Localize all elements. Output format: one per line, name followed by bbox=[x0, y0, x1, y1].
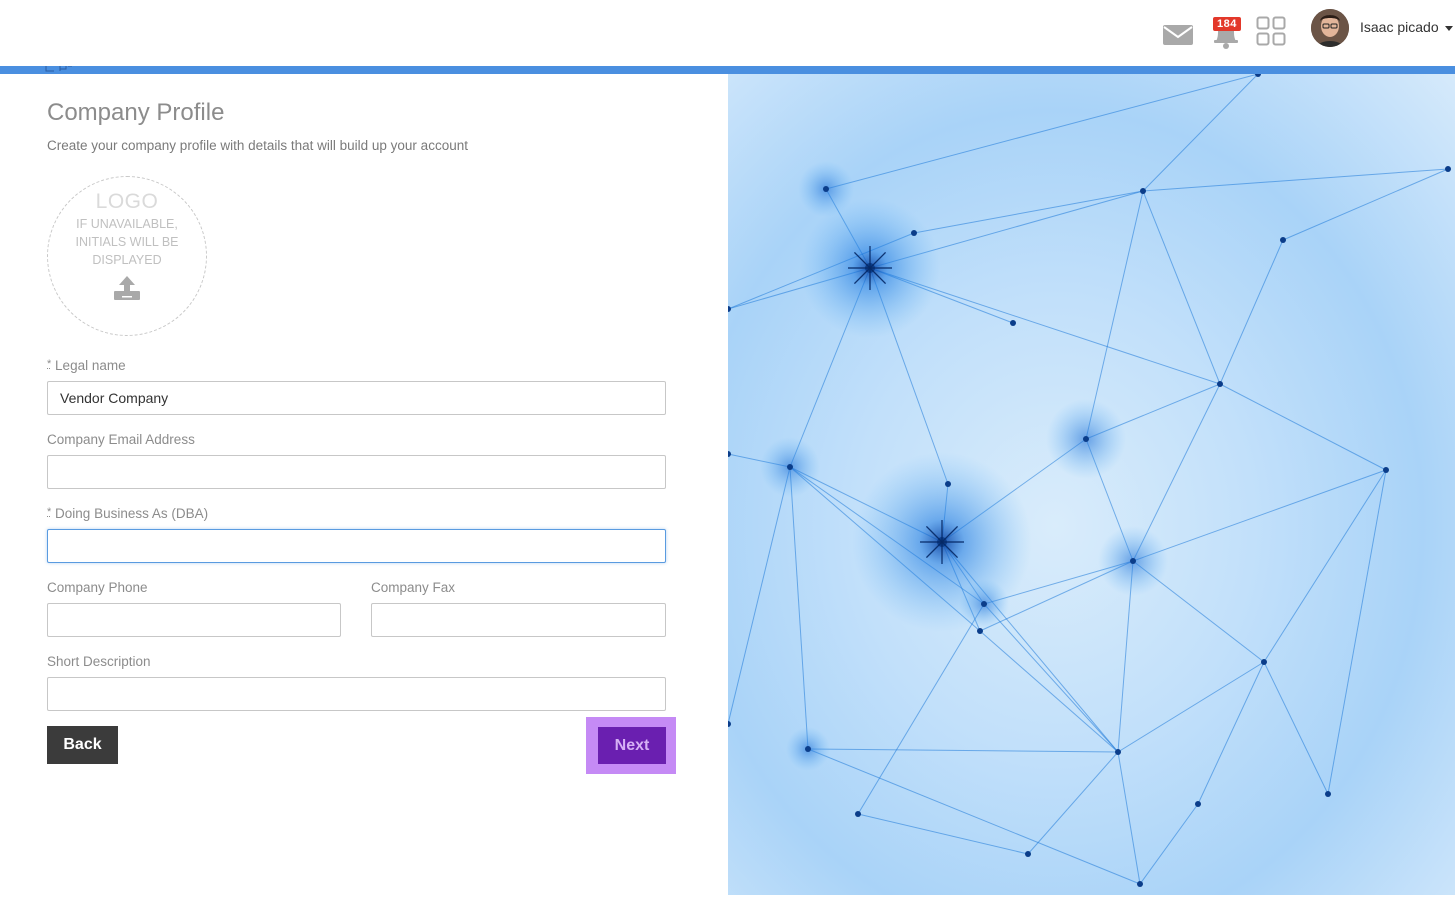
next-button[interactable]: Next bbox=[598, 727, 666, 764]
dba-input[interactable] bbox=[47, 529, 666, 563]
network-node bbox=[728, 451, 731, 457]
description-input[interactable] bbox=[47, 677, 666, 711]
network-edge bbox=[857, 603, 985, 815]
network-node bbox=[1083, 436, 1089, 442]
logo-hint: IF UNAVAILABLE, INITIALS WILL BE DISPLAY… bbox=[75, 217, 179, 267]
network-node bbox=[1325, 791, 1331, 797]
network-node bbox=[1025, 851, 1031, 857]
dba-label: * Doing Business As (DBA) bbox=[47, 506, 208, 521]
network-edge bbox=[1197, 661, 1265, 805]
network-node bbox=[1130, 558, 1136, 564]
network-node bbox=[1261, 659, 1267, 665]
legal-name-label-text: Legal name bbox=[55, 358, 126, 373]
top-navigation-bar: 184 Isaac picado bbox=[0, 0, 1455, 66]
logo-upload-area[interactable]: LOGO IF UNAVAILABLE, INITIALS WILL BE DI… bbox=[47, 176, 207, 336]
email-input[interactable] bbox=[47, 455, 666, 489]
user-name[interactable]: Isaac picado bbox=[1360, 19, 1439, 35]
network-edge bbox=[979, 630, 1119, 753]
network-node bbox=[728, 306, 731, 312]
upload-icon bbox=[114, 276, 140, 300]
header-ghost-text bbox=[44, 66, 74, 74]
notifications-button[interactable]: 184 bbox=[1210, 14, 1244, 50]
network-node bbox=[977, 628, 983, 634]
network-hero-image bbox=[728, 74, 1455, 895]
network-edge bbox=[1117, 751, 1141, 885]
phone-label: Company Phone bbox=[47, 580, 148, 595]
network-node bbox=[1137, 881, 1143, 887]
logo-title: LOGO bbox=[95, 190, 159, 213]
network-node bbox=[1383, 467, 1389, 473]
network-node bbox=[911, 230, 917, 236]
required-mark: * bbox=[47, 358, 52, 370]
dba-label-text: Doing Business As (DBA) bbox=[55, 506, 209, 521]
network-edge bbox=[1327, 469, 1387, 795]
network-node bbox=[1195, 801, 1201, 807]
network-node bbox=[728, 721, 731, 727]
network-edge bbox=[857, 813, 1029, 855]
back-button[interactable]: Back bbox=[47, 726, 118, 764]
network-edge bbox=[1219, 383, 1387, 471]
network-node bbox=[1445, 166, 1451, 172]
legal-name-label: * Legal name bbox=[47, 358, 126, 373]
network-node bbox=[1280, 237, 1286, 243]
fax-label: Company Fax bbox=[371, 580, 456, 595]
network-edge bbox=[825, 74, 1259, 190]
user-avatar[interactable] bbox=[1311, 9, 1349, 47]
network-edge bbox=[913, 190, 1144, 234]
network-edge bbox=[1142, 74, 1259, 192]
mail-icon[interactable] bbox=[1162, 23, 1194, 47]
network-edge bbox=[1263, 469, 1387, 663]
notification-count-badge: 184 bbox=[1213, 17, 1241, 31]
page-subtitle: Create your company profile with details… bbox=[47, 138, 468, 153]
page-title: Company Profile bbox=[47, 99, 225, 126]
network-edge bbox=[1263, 661, 1329, 795]
phone-input[interactable] bbox=[47, 603, 341, 637]
network-node bbox=[805, 746, 811, 752]
network-node bbox=[981, 601, 987, 607]
header-accent-line bbox=[0, 66, 1455, 74]
network-node bbox=[1140, 188, 1146, 194]
network-edge bbox=[1142, 168, 1449, 192]
network-node bbox=[1010, 320, 1016, 326]
network-node bbox=[1217, 381, 1223, 387]
description-label: Short Description bbox=[47, 654, 151, 669]
network-edge bbox=[1117, 661, 1265, 753]
network-node bbox=[945, 481, 951, 487]
network-edge bbox=[1139, 803, 1199, 885]
network-node bbox=[787, 464, 793, 470]
network-edge bbox=[1219, 239, 1284, 385]
fax-input[interactable] bbox=[371, 603, 666, 637]
apps-grid-icon[interactable] bbox=[1256, 16, 1286, 46]
network-edge bbox=[1027, 751, 1119, 855]
network-edge bbox=[807, 748, 1119, 753]
network-edge bbox=[1282, 168, 1449, 241]
required-mark: * bbox=[47, 506, 52, 518]
network-node bbox=[1115, 749, 1121, 755]
network-edge bbox=[1142, 190, 1221, 385]
network-edge bbox=[728, 466, 791, 725]
email-label: Company Email Address bbox=[47, 432, 195, 447]
legal-name-input[interactable] bbox=[47, 381, 666, 415]
network-edge bbox=[789, 466, 809, 750]
network-node bbox=[823, 186, 829, 192]
network-node bbox=[855, 811, 861, 817]
network-graphic bbox=[728, 74, 1451, 887]
caret-down-icon[interactable] bbox=[1445, 26, 1453, 31]
network-edge bbox=[983, 603, 1119, 753]
